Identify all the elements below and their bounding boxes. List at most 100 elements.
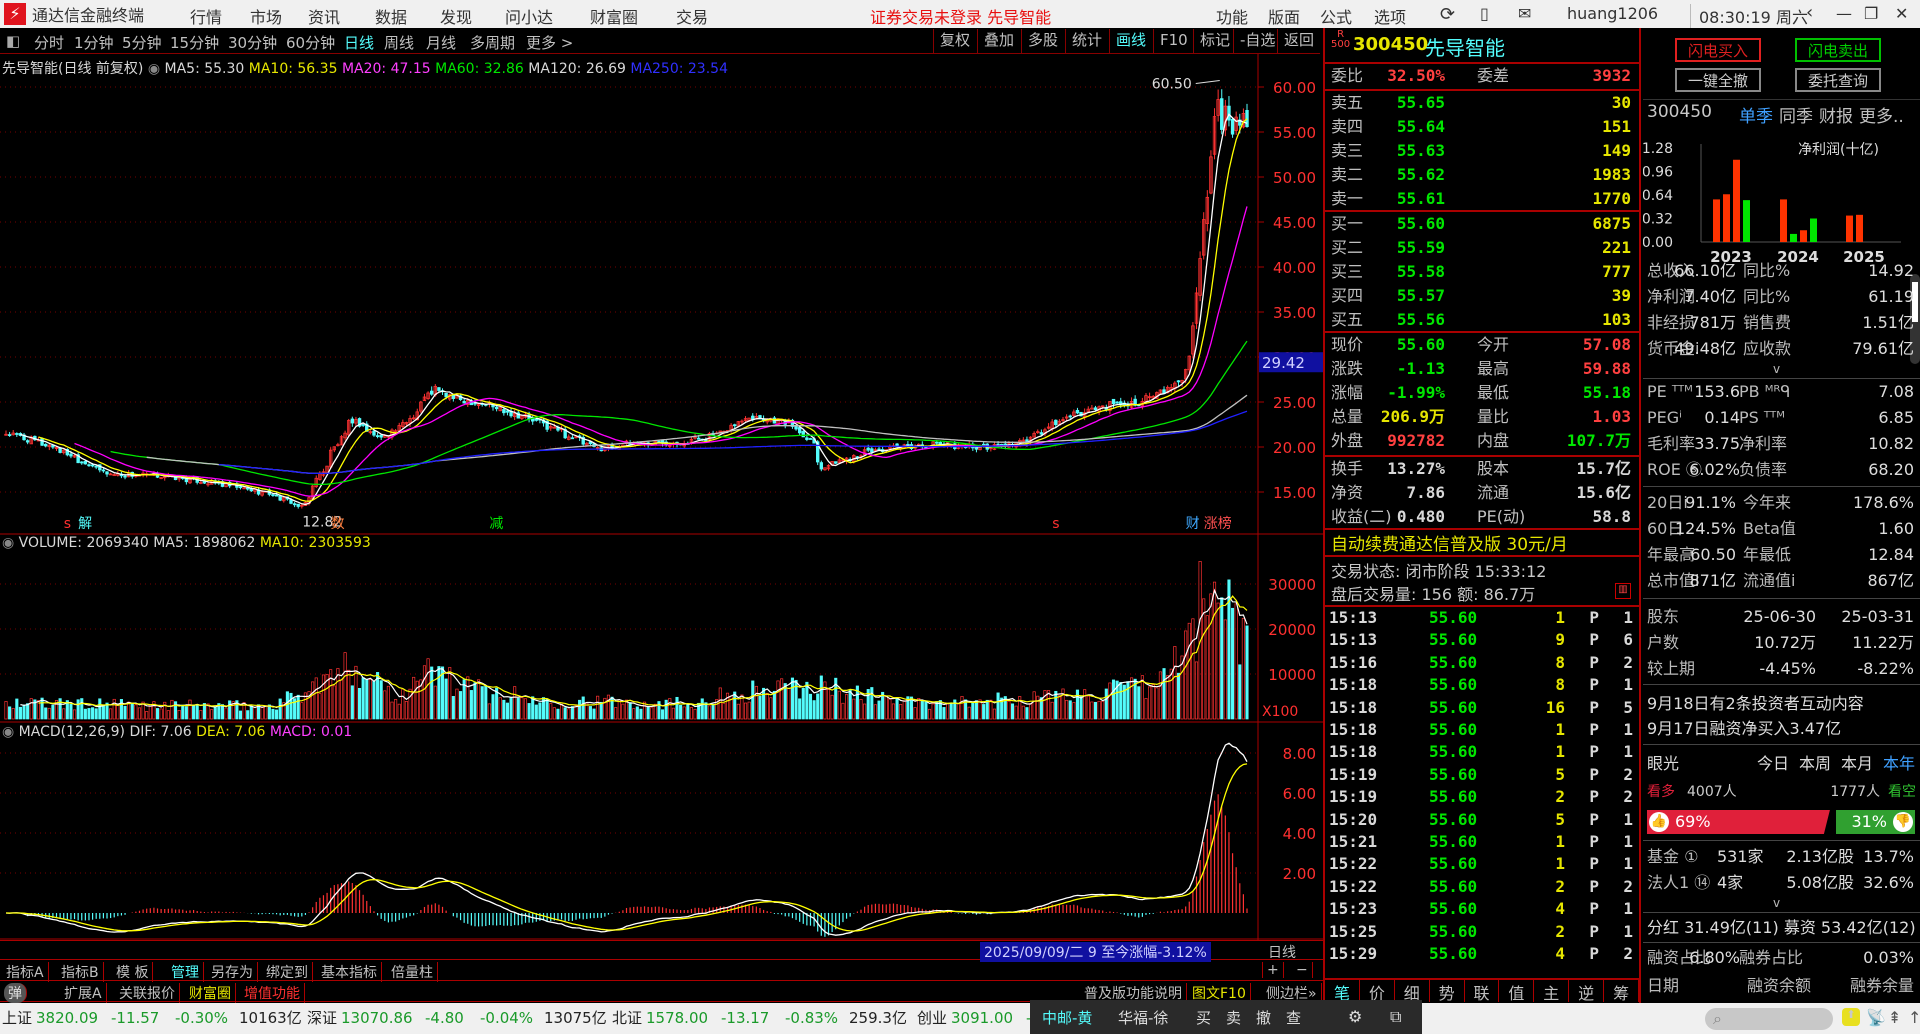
volume-bar <box>567 708 571 720</box>
quote-tab-6[interactable]: 主 <box>1534 980 1570 1003</box>
event-marker[interactable]: 财 <box>1186 516 1200 532</box>
quote-tab-8[interactable]: 筹 <box>1604 980 1640 1003</box>
sentiment-period-3[interactable]: 本年 <box>1883 752 1915 776</box>
zoom-out-button[interactable]: − <box>1292 962 1313 978</box>
upload-icon[interactable]: ⬆ <box>1842 1008 1860 1026</box>
arrow-up-icon[interactable]: ↑ <box>1908 1008 1920 1027</box>
quote-tab-2[interactable]: 细 <box>1395 980 1430 1003</box>
news-item[interactable]: 9月17日融资净买入3.47亿 <box>1647 717 1916 741</box>
stat-label: 内盘 <box>1477 431 1510 450</box>
cancel-all-button[interactable]: 一键全撤 <box>1675 68 1761 92</box>
event-marker[interactable]: 解 <box>78 516 92 532</box>
refresh-icon[interactable]: ⟳ <box>1440 4 1455 25</box>
valuation-row-cell: 10.82 <box>1868 434 1914 453</box>
event-marker[interactable]: s <box>1052 516 1059 532</box>
search-input[interactable]: ⌕ <box>1705 1008 1833 1030</box>
index-name[interactable]: 深证 <box>307 1003 337 1034</box>
candle-body <box>238 486 243 489</box>
dock-item-5[interactable]: 查 <box>1286 1007 1301 1028</box>
dock-item-2[interactable]: 买 <box>1196 1007 1211 1028</box>
dock-item-0[interactable]: 中邮-黄 <box>1042 1007 1092 1028</box>
r500-badge: R 500 <box>1331 29 1351 50</box>
indicator-tab-4[interactable]: 另存为 <box>207 962 258 982</box>
ext-tab-0[interactable]: 扩展A <box>60 983 107 1003</box>
status-bar: 上证 3820.09 -11.57 -0.30% 10163亿 深证 13070.86 -4.… <box>0 1003 1920 1034</box>
tick-flag: P <box>1589 809 1599 829</box>
event-marker[interactable]: 数 <box>331 516 345 532</box>
flash-buy-button[interactable]: 闪电买入 <box>1675 38 1761 62</box>
restore-button[interactable]: ❐ <box>1864 4 1878 23</box>
indicator-tab-6[interactable]: 基本指标 <box>317 962 382 982</box>
valuation-row-cell: PS ᵀᵀᴹ <box>1739 408 1785 427</box>
indicator-tab-5[interactable]: 绑定到 <box>262 962 313 982</box>
thumbs-up-icon[interactable]: 👍 <box>1649 812 1669 832</box>
ma10-value: MA10: 56.35 <box>248 61 338 77</box>
volume-bar <box>675 696 679 720</box>
quote-tab-7[interactable]: 逆 <box>1569 980 1605 1003</box>
collapse-icon[interactable]: ◉ <box>148 61 160 77</box>
indicator-tab-3[interactable]: 管理 <box>167 962 204 982</box>
volume-bar <box>1101 700 1105 720</box>
expand-icon[interactable]: v <box>1773 896 1780 910</box>
volume-bar <box>650 707 654 720</box>
order-query-button[interactable]: 委托查询 <box>1795 68 1881 92</box>
zoom-in-button[interactable]: + <box>1262 962 1284 978</box>
expand-icon[interactable]: v <box>1773 362 1780 376</box>
profit-bar <box>1856 214 1863 242</box>
volume-bar <box>184 706 188 720</box>
quote-tab-5[interactable]: 值 <box>1499 980 1535 1003</box>
kline-chart[interactable]: 60.0055.0050.0045.0040.0035.0030.0025.00… <box>0 0 1323 940</box>
tree-icon[interactable]: ⇞ <box>1888 1008 1901 1027</box>
right-menu-3[interactable]: 选项 <box>1374 4 1406 28</box>
candle-body <box>15 433 19 435</box>
ext-tab-3[interactable]: 增值功能 <box>240 983 305 1003</box>
ext-tab-2[interactable]: 财富圈 <box>185 983 236 1003</box>
news-item[interactable]: 9月18日有2条投资者互动内容 <box>1647 692 1916 716</box>
dock-item-1[interactable]: 华福-徐 <box>1118 1007 1168 1028</box>
promo-banner[interactable]: 自动续费通达信普及版 30元/月 <box>1331 530 1568 555</box>
back-icon[interactable]: ‹ <box>1806 2 1813 23</box>
ext-tab-1[interactable]: 关联报价 <box>115 983 180 1003</box>
event-marker[interactable]: 减 <box>489 516 503 532</box>
settings-icon[interactable]: ⚙ <box>1348 1007 1362 1026</box>
flash-sell-button[interactable]: 闪电卖出 <box>1795 38 1881 62</box>
thumbs-down-icon[interactable]: 👎 <box>1893 812 1913 832</box>
candle-body <box>1220 98 1224 130</box>
collapse-icon[interactable]: ◉ <box>2 724 14 740</box>
stat-value: 57.08 <box>1582 335 1631 354</box>
index-name[interactable]: 北证 <box>612 1003 642 1034</box>
collapse-icon[interactable]: ◉ <box>2 535 14 551</box>
index-name[interactable]: 创业 <box>917 1003 947 1034</box>
indicator-tab-7[interactable]: 倍量柱 <box>387 962 438 982</box>
satellite-icon[interactable]: 📡 <box>1866 1008 1886 1027</box>
right-menu-2[interactable]: 公式 <box>1320 4 1352 28</box>
quote-tab-0[interactable]: 笔 <box>1325 980 1360 1003</box>
quote-tab-3[interactable]: 势 <box>1430 980 1465 1003</box>
dock-item-4[interactable]: 撤 <box>1256 1007 1271 1028</box>
quote-tab-4[interactable]: 联 <box>1465 980 1500 1003</box>
phone-icon[interactable]: ▯ <box>1480 4 1489 23</box>
volume-bar <box>606 694 611 720</box>
window-icon[interactable]: ⧉ <box>1390 1007 1401 1027</box>
indicator-tab-0[interactable]: 指标A <box>2 962 49 982</box>
period-label[interactable]: 日线 <box>1268 942 1296 962</box>
chart-icon[interactable]: ▥ <box>1615 583 1631 599</box>
dock-item-3[interactable]: 卖 <box>1226 1007 1241 1028</box>
event-marker[interactable]: s <box>64 516 71 532</box>
quote-tab-1[interactable]: 价 <box>1360 980 1395 1003</box>
stat-value: -1.13 <box>1396 359 1445 378</box>
popup-toggle[interactable]: 弹 <box>4 983 27 1003</box>
indicator-tab-1[interactable]: 指标B <box>57 962 104 982</box>
close-button[interactable]: ✕ <box>1895 4 1908 23</box>
sentiment-period-1[interactable]: 本周 <box>1799 752 1831 776</box>
minimize-button[interactable]: — <box>1836 4 1852 23</box>
sentiment-period-0[interactable]: 今日 <box>1757 752 1789 776</box>
sentiment-period-2[interactable]: 本月 <box>1841 752 1873 776</box>
volume-bar <box>679 704 683 720</box>
message-icon[interactable]: ✉ <box>1518 4 1531 23</box>
user-name[interactable]: huang1206 <box>1567 4 1658 23</box>
indicator-tab-2[interactable]: 模 板 <box>112 962 154 982</box>
perf-row-cell: 867亿 <box>1867 571 1914 590</box>
index-name[interactable]: 上证 <box>2 1003 32 1034</box>
event-marker[interactable]: 涨榜 <box>1204 515 1232 532</box>
